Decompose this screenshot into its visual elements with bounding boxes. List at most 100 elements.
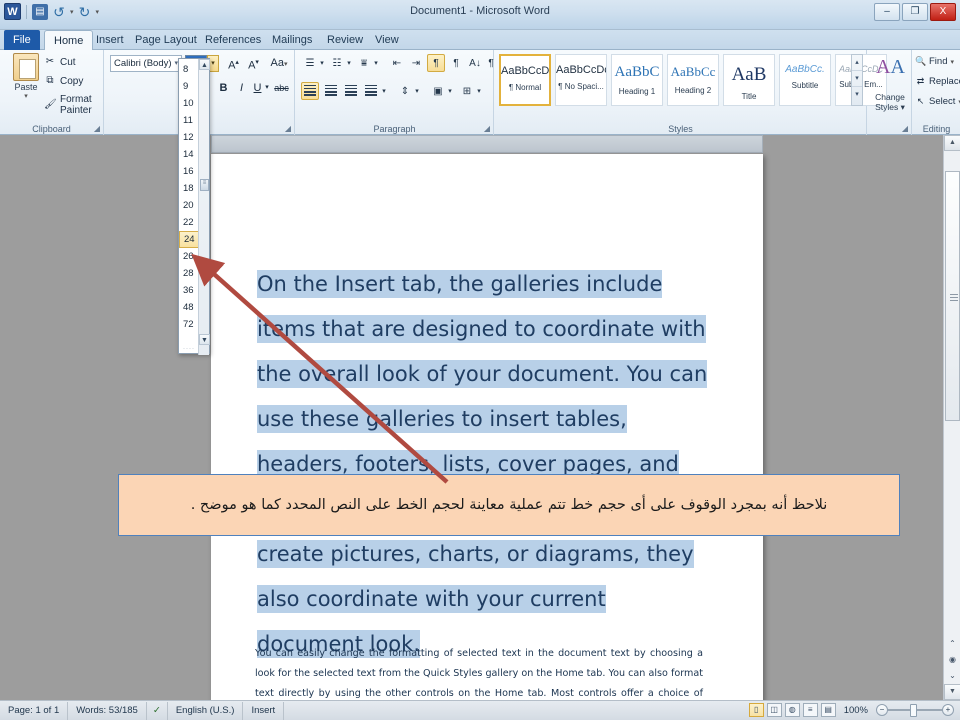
font-size-option-11[interactable]: 11 [179,112,200,129]
outline-view-button[interactable]: ≡ [802,703,818,717]
tab-home[interactable]: Home [44,30,94,50]
next-page-icon[interactable]: ⌄ [944,668,960,684]
font-size-list-scrollbar[interactable]: ▲ ≡ ▼ [198,59,210,355]
change-styles-icon[interactable]: AA [876,56,905,79]
font-size-option-12[interactable]: 12 [179,129,200,146]
insert-mode[interactable]: Insert [243,701,285,720]
style-heading-1[interactable]: AaBbC Heading 1 [611,54,663,106]
proofing-errors-icon[interactable]: ✓ [147,701,168,720]
change-styles-label[interactable]: Change Styles ▾ [868,92,912,112]
tab-mailings[interactable]: Mailings [263,30,321,50]
zoom-slider-thumb[interactable] [910,704,917,717]
selected-paragraph[interactable]: On the Insert tab, the galleries include… [257,262,717,667]
tab-review[interactable]: Review [318,30,372,50]
styles-more-icon[interactable]: ▾ [852,87,862,103]
cut-button[interactable]: ✂ Cut [44,56,76,68]
multilevel-list-icon[interactable]: ⩸ [355,55,373,73]
shading-dropdown-icon[interactable]: ▾ [446,83,454,101]
font-size-option-8[interactable]: 8 [179,61,200,78]
zoom-slider[interactable]: − + [876,703,954,717]
style-no-spacing[interactable]: AaBbCcDc ¶ No Spaci... [555,54,607,106]
word-count[interactable]: Words: 53/185 [68,701,147,720]
shrink-font-button[interactable]: A▾ [245,55,262,72]
document-page[interactable]: On the Insert tab, the galleries include… [211,154,763,720]
font-size-option-24[interactable]: 24 [179,231,200,248]
underline-dropdown-icon[interactable]: ▾ [263,80,271,97]
font-size-option-16[interactable]: 16 [179,163,200,180]
style-title[interactable]: AaB Title [723,54,775,106]
paste-dropdown-icon[interactable]: ▾ [6,92,46,100]
clipboard-dialog-launcher[interactable]: ◢ [94,124,100,133]
font-size-option-10[interactable]: 10 [179,95,200,112]
font-size-option-18[interactable]: 18 [179,180,200,197]
zoom-out-button[interactable]: − [876,704,888,716]
line-spacing-icon[interactable]: ⇕ [396,83,414,101]
grow-font-button[interactable]: A▴ [225,55,242,72]
multilevel-dropdown-icon[interactable]: ▾ [372,55,380,73]
font-size-option-36[interactable]: 36 [179,282,200,299]
vertical-scroll-thumb[interactable] [945,171,960,421]
bullets-icon[interactable]: ☰ [301,55,319,73]
line-spacing-dropdown-icon[interactable]: ▾ [413,83,421,101]
format-painter-button[interactable]: 🖌 Format Painter [44,94,103,116]
select-browse-object-icon[interactable]: ◉ [944,652,960,668]
minimize-button[interactable]: – [874,3,900,21]
bold-button[interactable]: B [215,80,232,97]
font-size-option-48[interactable]: 48 [179,299,200,316]
font-size-option-28[interactable]: 28 [179,265,200,282]
font-size-scroll-up-icon[interactable]: ▲ [199,59,210,70]
styles-gallery-scrollbar[interactable]: ▴ ▾ ▾ [851,54,863,106]
styles-scroll-up-icon[interactable]: ▴ [852,55,862,71]
zoom-in-button[interactable]: + [942,704,954,716]
font-size-option-9[interactable]: 9 [179,78,200,95]
bullets-dropdown-icon[interactable]: ▾ [318,55,326,73]
style-subtitle[interactable]: AaBbCc. Subtitle [779,54,831,106]
zoom-level-label[interactable]: 100% [839,705,873,716]
shading-icon[interactable]: ▣ [429,83,447,101]
styles-dialog-launcher[interactable]: ◢ [902,124,908,133]
font-size-dropdown-list[interactable]: 8 9 10 11 12 14 16 18 20 22 24 26 28 36 … [178,58,210,355]
select-button[interactable]: ↖ Select ▾ [915,96,960,107]
font-size-option-22[interactable]: 22 [179,214,200,231]
borders-icon[interactable]: ⊞ [458,83,476,101]
increase-indent-icon[interactable]: ⇥ [407,55,425,73]
font-size-scroll-down-icon[interactable]: ▼ [199,334,210,345]
find-dropdown-icon[interactable]: ▾ [950,58,954,66]
full-screen-reading-view-button[interactable]: ◫ [766,703,782,717]
previous-page-icon[interactable]: ⌃ [944,636,960,652]
language-indicator[interactable]: English (U.S.) [168,701,244,720]
styles-scroll-down-icon[interactable]: ▾ [852,71,862,87]
font-size-option-26[interactable]: 26 [179,248,200,265]
find-button[interactable]: 🔍 Find ▾ [915,56,954,67]
tab-view[interactable]: View [366,30,408,50]
decrease-indent-icon[interactable]: ⇤ [388,55,406,73]
scroll-up-icon[interactable]: ▲ [944,135,960,151]
numbering-dropdown-icon[interactable]: ▾ [345,55,353,73]
copy-button[interactable]: ⧉ Copy [44,75,83,87]
paragraph-dialog-launcher[interactable]: ◢ [484,124,490,133]
style-normal[interactable]: AaBbCcDc ¶ Normal [499,54,551,106]
right-to-left-text-direction-icon[interactable]: ¶ [427,54,445,72]
page-indicator[interactable]: Page: 1 of 1 [0,701,69,720]
change-case-button[interactable]: Aa▾ [267,55,291,72]
paste-button[interactable]: Paste ▾ [6,53,46,100]
font-dialog-launcher[interactable]: ◢ [285,124,291,133]
replace-button[interactable]: ⇄ Replace [915,76,960,87]
font-size-option-20[interactable]: 20 [179,197,200,214]
font-size-option-14[interactable]: 14 [179,146,200,163]
align-right-icon[interactable] [301,82,319,100]
web-layout-view-button[interactable]: ◍ [784,703,800,717]
tab-references[interactable]: References [196,30,270,50]
borders-dropdown-icon[interactable]: ▾ [475,83,483,101]
restore-button[interactable]: ❐ [902,3,928,21]
print-layout-view-button[interactable]: ▯ [748,703,764,717]
tab-file[interactable]: File [4,30,40,50]
tab-page-layout[interactable]: Page Layout [126,30,206,50]
resize-grip-icon[interactable]: ···· [183,346,195,352]
scroll-down-icon[interactable]: ▼ [944,684,960,700]
vertical-scrollbar[interactable]: ▲ ⌃ ◉ ⌄ ▼ [943,135,960,700]
font-size-option-72[interactable]: 72 [179,316,200,333]
style-heading-2[interactable]: AaBbCc Heading 2 [667,54,719,106]
left-to-right-text-direction-icon[interactable]: ¶ [447,55,465,73]
strikethrough-button[interactable]: abc [273,80,290,97]
